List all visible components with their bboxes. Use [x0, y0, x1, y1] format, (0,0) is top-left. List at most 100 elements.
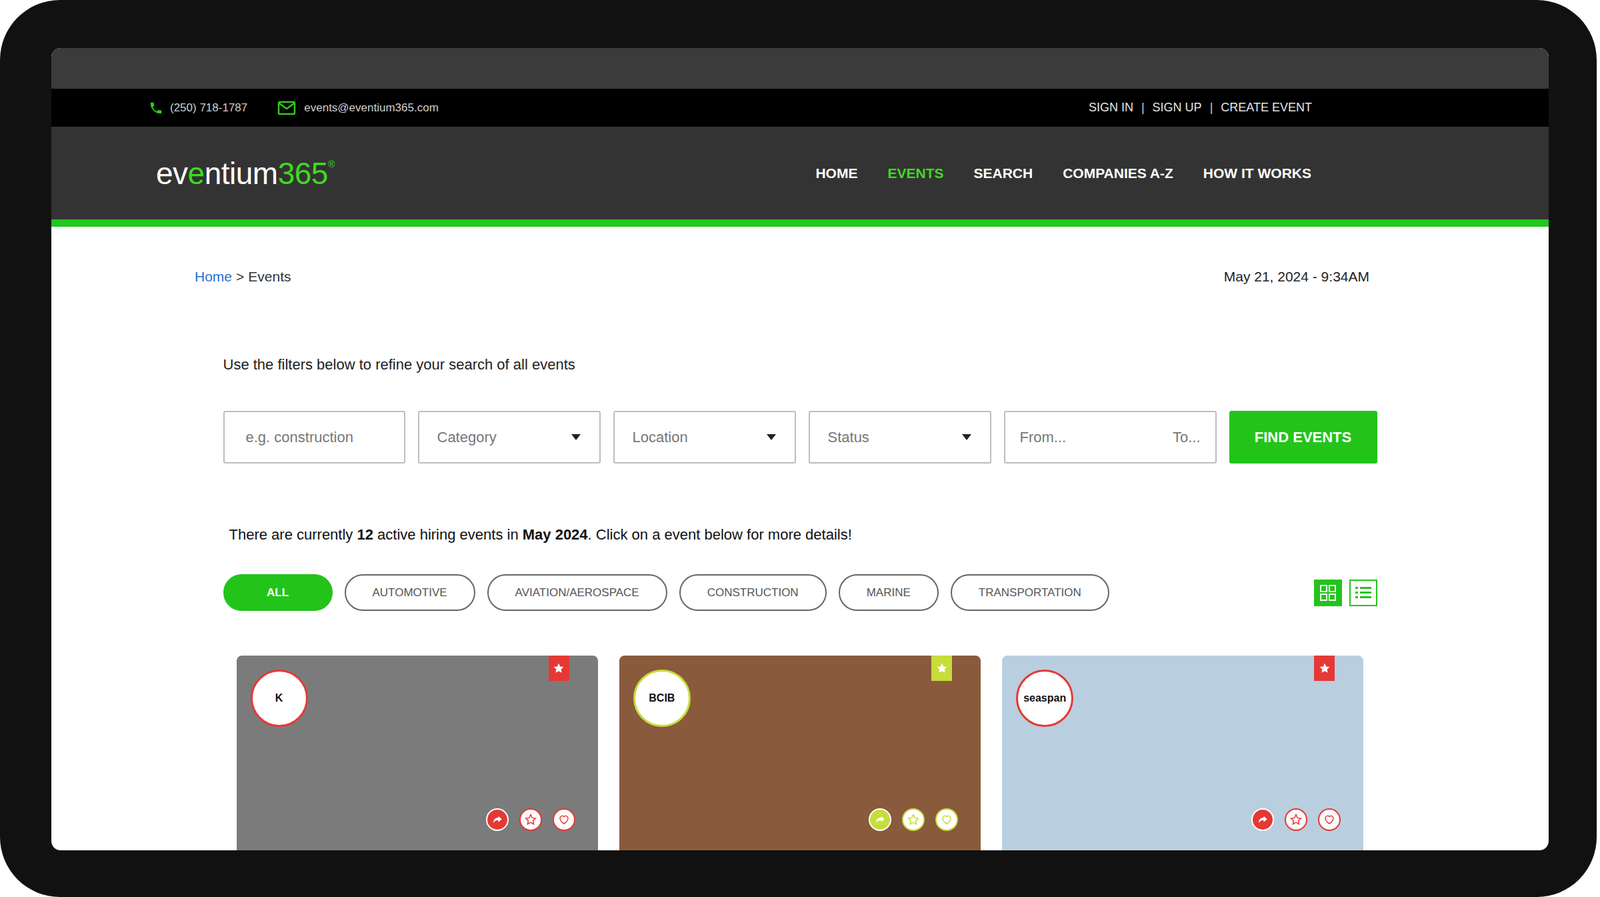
- company-logo[interactable]: BCIB: [633, 669, 691, 727]
- company-logo-text: K: [275, 690, 284, 706]
- caret-down-icon: [571, 434, 581, 440]
- share-button[interactable]: [868, 808, 892, 831]
- share-icon: [1256, 813, 1269, 826]
- logo-part: ®: [328, 159, 335, 169]
- category-pill[interactable]: AVIATION/AEROSPACE: [487, 574, 668, 611]
- nav-link[interactable]: COMPANIES A-Z: [1062, 162, 1174, 184]
- breadcrumb-current: Events: [248, 268, 291, 285]
- caret-down-icon: [766, 434, 776, 440]
- category-pill[interactable]: MARINE: [838, 574, 939, 611]
- screen: (250) 718-1787 events@eventium365.com SIGN…: [51, 48, 1549, 850]
- logo-part: ev: [156, 158, 188, 189]
- featured-badge: [548, 655, 570, 681]
- logo-part: e: [188, 158, 205, 189]
- account-link[interactable]: SIGN IN: [1088, 98, 1134, 117]
- like-button[interactable]: [552, 808, 576, 831]
- current-datetime: May 21, 2024 - 9:34AM: [1224, 268, 1370, 285]
- account-link[interactable]: CREATE EVENT: [1220, 98, 1312, 117]
- filter-dropdown[interactable]: Location: [613, 410, 796, 464]
- dropdown-label: Status: [828, 426, 870, 448]
- breadcrumb-home[interactable]: Home: [194, 268, 232, 285]
- nav-accent-line: [51, 219, 1549, 227]
- share-button[interactable]: [486, 808, 509, 831]
- like-button[interactable]: [935, 808, 958, 831]
- card-actions: [486, 808, 576, 831]
- phone-number[interactable]: (250) 718-1787: [170, 99, 248, 117]
- summary-segment: . Click on a event below for more detail…: [588, 526, 852, 543]
- summary-segment: 12: [356, 526, 373, 543]
- event-card[interactable]: K: [236, 655, 598, 850]
- logo-part: 365: [278, 158, 328, 189]
- grid-view-button[interactable]: [1314, 579, 1342, 606]
- category-pill[interactable]: CONSTRUCTION: [679, 574, 827, 611]
- category-pill[interactable]: AUTOMOTIVE: [344, 574, 476, 611]
- site-logo[interactable]: eventium365®: [156, 158, 335, 189]
- star-icon: [1318, 662, 1331, 674]
- nav-link[interactable]: HOW IT WORKS: [1203, 162, 1312, 184]
- date-to-input[interactable]: [1154, 426, 1201, 448]
- list-view-button[interactable]: [1349, 579, 1378, 606]
- nav-link[interactable]: SEARCH: [973, 162, 1033, 184]
- filter-dropdown[interactable]: Category: [418, 410, 601, 464]
- tablet-frame: (250) 718-1787 events@eventium365.com SIGN…: [0, 0, 1597, 897]
- device-status-bar: [51, 48, 1549, 89]
- company-logo[interactable]: K: [250, 669, 308, 727]
- category-pills: ALL AUTOMOTIVE AVIATION/AEROSPACE CONSTRUCT…: [223, 574, 1110, 611]
- event-card[interactable]: seaspan: [1002, 655, 1364, 850]
- caret-down-icon: [962, 434, 972, 440]
- event-cards: K BCIB seaspan: [223, 655, 1378, 850]
- contact-bar: (250) 718-1787 events@eventium365.com SIGN…: [51, 88, 1549, 127]
- card-actions: [868, 808, 958, 831]
- phone-icon: [148, 100, 164, 116]
- favorite-button[interactable]: [902, 808, 925, 831]
- date-from-input[interactable]: [1020, 426, 1114, 448]
- contact-info: (250) 718-1787 events@eventium365.com: [148, 99, 439, 117]
- category-pill[interactable]: ALL: [223, 574, 333, 611]
- nav-link[interactable]: HOME: [815, 162, 858, 184]
- account-links: SIGN IN | SIGN UP | CREATE EVENT: [1088, 98, 1312, 117]
- featured-badge: [1314, 655, 1335, 681]
- category-row: ALL AUTOMOTIVE AVIATION/AEROSPACE CONSTRUCT…: [223, 574, 1378, 611]
- events-summary: There are currently 12 active hiring eve…: [223, 526, 1378, 543]
- grid-view-icon: [1319, 584, 1337, 602]
- filter-bar: Category Location Status FIND EVENTS: [223, 410, 1378, 464]
- date-range[interactable]: [1004, 410, 1217, 464]
- list-view-icon: [1354, 584, 1373, 601]
- view-toggle: [1314, 579, 1378, 606]
- dropdown-label: Category: [437, 426, 497, 448]
- find-events-button[interactable]: FIND EVENTS: [1229, 410, 1378, 464]
- keyword-input[interactable]: [223, 410, 406, 464]
- filter-dropdown[interactable]: Status: [808, 410, 992, 464]
- email-address[interactable]: events@eventium365.com: [304, 99, 439, 117]
- favorite-button[interactable]: [1284, 808, 1308, 831]
- share-icon: [491, 813, 504, 826]
- star-icon: [552, 662, 565, 674]
- filter-intro: Use the filters below to refine your sea…: [223, 356, 1378, 373]
- featured-badge: [931, 655, 952, 681]
- summary-segment: May 2024: [522, 526, 588, 543]
- events-content: Use the filters below to refine your sea…: [223, 284, 1378, 850]
- breadcrumb-separator: >: [236, 268, 244, 285]
- event-card[interactable]: BCIB: [619, 655, 981, 850]
- company-logo-text: BCIB: [648, 690, 675, 706]
- separator: |: [1210, 98, 1214, 117]
- nav-links: HOME EVENTS SEARCH COMPANIES A-Z HOW IT WORK…: [815, 162, 1312, 184]
- logo-part: ntium: [204, 158, 278, 189]
- breadcrumb-row: Home>Events May 21, 2024 - 9:34AM: [51, 226, 1549, 285]
- separator: |: [1141, 98, 1145, 117]
- breadcrumb: Home>Events: [194, 268, 292, 285]
- like-button[interactable]: [1318, 808, 1341, 831]
- mail-icon: [277, 100, 296, 116]
- company-logo[interactable]: seaspan: [1016, 669, 1074, 727]
- dropdown-label: Location: [632, 426, 688, 448]
- account-link[interactable]: SIGN UP: [1152, 98, 1202, 117]
- summary-segment: There are currently: [229, 526, 358, 543]
- share-icon: [874, 813, 886, 826]
- nav-link[interactable]: EVENTS: [887, 162, 944, 184]
- category-pill[interactable]: TRANSPORTATION: [950, 574, 1110, 611]
- favorite-button[interactable]: [519, 808, 542, 831]
- star-icon: [936, 662, 948, 674]
- share-button[interactable]: [1251, 808, 1274, 831]
- card-actions: [1251, 808, 1341, 831]
- company-logo-text: seaspan: [1023, 690, 1066, 706]
